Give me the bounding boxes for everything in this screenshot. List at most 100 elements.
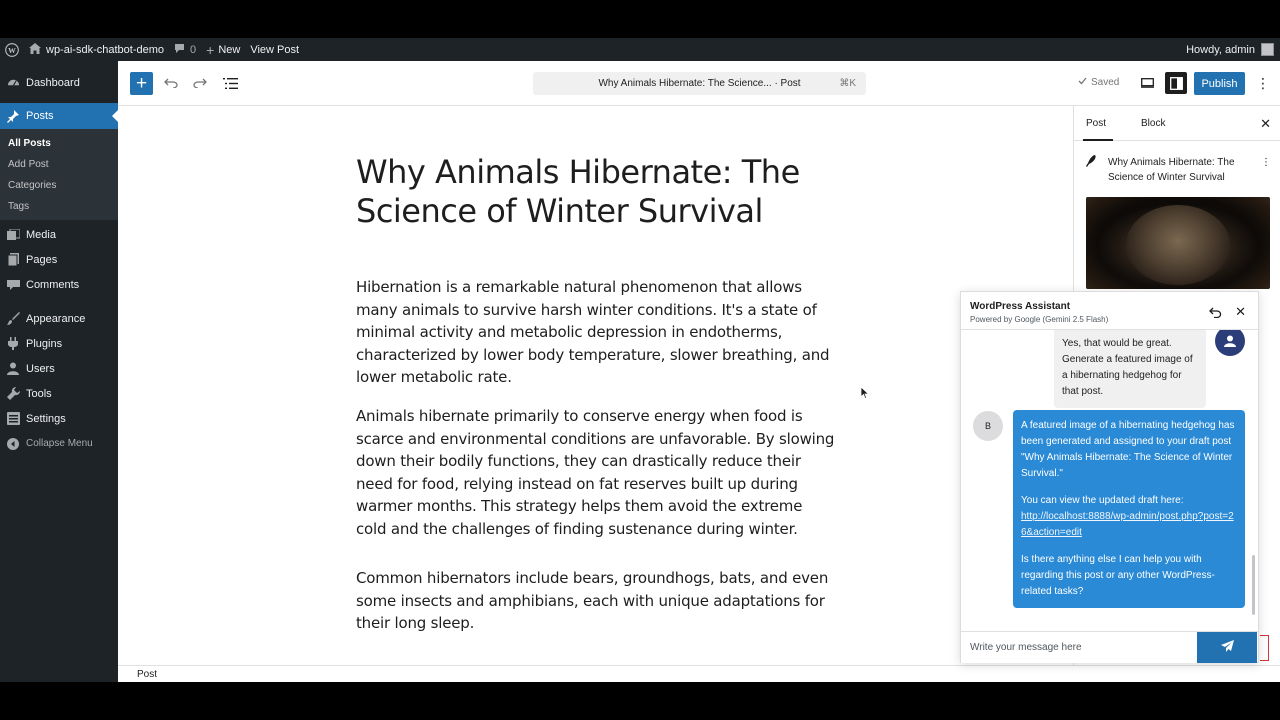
chat-message-input[interactable] <box>961 632 1197 663</box>
comment-bubble-icon <box>174 43 185 57</box>
reset-conversation-icon[interactable] <box>1208 305 1222 319</box>
saved-status: Saved <box>1078 77 1119 88</box>
sidebar-label: Settings <box>26 412 66 425</box>
sidebar-label: Media <box>26 228 56 241</box>
sidebar-label: Posts <box>26 110 54 122</box>
site-name: wp-ai-sdk-chatbot-demo <box>46 43 164 56</box>
user-avatar-icon <box>1215 330 1245 356</box>
site-name-link[interactable]: wp-ai-sdk-chatbot-demo <box>24 38 169 61</box>
redo-icon[interactable] <box>190 73 210 93</box>
posts-submenu: All Posts Add Post Categories Tags <box>0 129 118 220</box>
account-menu[interactable]: Howdy, admin <box>1186 43 1280 56</box>
submenu-tags[interactable]: Tags <box>0 196 118 217</box>
block-inserter-button[interactable]: + <box>130 72 153 95</box>
bot-message: A featured image of a hibernating hedgeh… <box>1013 410 1245 608</box>
collapse-icon <box>6 437 20 451</box>
submenu-categories[interactable]: Categories <box>0 175 118 196</box>
block-breadcrumb[interactable]: Post <box>118 665 1280 682</box>
sidebar-label: Plugins <box>26 337 63 350</box>
submenu-add-post[interactable]: Add Post <box>0 154 118 175</box>
document-title-bar[interactable]: Why Animals Hibernate: The Science... · … <box>533 72 866 95</box>
paragraph-block[interactable]: Common hibernators include bears, ground… <box>356 567 836 635</box>
dashboard-icon <box>6 76 20 90</box>
sidebar-item-dashboard[interactable]: Dashboard <box>0 70 118 95</box>
post-summary: Why Animals Hibernate: The Science of Wi… <box>1086 155 1271 185</box>
undo-icon[interactable] <box>161 73 181 93</box>
active-tab-indicator <box>1083 139 1113 141</box>
pin-icon <box>6 109 20 123</box>
new-content-link[interactable]: + New <box>201 38 245 61</box>
user-message: Yes, that would be great. Generate a fea… <box>1054 330 1206 408</box>
sidebar-item-users[interactable]: Users <box>0 356 118 381</box>
sidebar-item-media[interactable]: Media <box>0 222 118 247</box>
featured-image[interactable] <box>1086 197 1270 289</box>
comments-link[interactable]: 0 <box>169 38 201 61</box>
bot-message-text: You can view the updated draft here: <box>1021 495 1184 506</box>
preview-desktop-icon[interactable] <box>1138 74 1156 92</box>
publish-button[interactable]: Publish <box>1194 72 1245 95</box>
close-icon[interactable]: ✕ <box>1260 116 1271 132</box>
chat-input-row <box>961 631 1258 663</box>
bot-message-text: Is there anything else I can help you wi… <box>1021 554 1215 597</box>
sidebar-item-tools[interactable]: Tools <box>0 381 118 406</box>
view-post-link[interactable]: View Post <box>245 38 304 61</box>
page-icon <box>6 253 20 267</box>
sidebar-label: Tools <box>26 387 52 400</box>
sidebar-label: Collapse Menu <box>26 438 93 449</box>
sidebar-label: Appearance <box>26 312 86 325</box>
sidebar-item-settings[interactable]: Settings <box>0 406 118 431</box>
settings-icon <box>6 412 20 426</box>
tab-post[interactable]: Post <box>1086 118 1106 129</box>
paragraph-block[interactable]: Hibernation is a remarkable natural phen… <box>356 276 836 389</box>
bot-avatar: B <box>973 411 1003 441</box>
submenu-all-posts[interactable]: All Posts <box>0 133 118 154</box>
plus-icon: + <box>206 41 215 58</box>
sidebar-item-pages[interactable]: Pages <box>0 247 118 272</box>
document-overview-icon[interactable] <box>220 73 240 93</box>
sidebar-item-comments[interactable]: Comments <box>0 272 118 297</box>
comments-count: 0 <box>190 43 197 56</box>
tab-block[interactable]: Block <box>1141 118 1165 129</box>
settings-sidebar-toggle-icon[interactable] <box>1165 72 1187 94</box>
checkmark-icon <box>1078 77 1087 88</box>
admin-bar: W wp-ai-sdk-chatbot-demo 0 + New View Po… <box>0 38 1280 61</box>
sidebar-item-plugins[interactable]: Plugins <box>0 331 118 356</box>
options-kebab-icon[interactable]: ⋮ <box>1256 73 1270 93</box>
post-actions-kebab-icon[interactable]: ⋮ <box>1259 155 1271 185</box>
sidebar-item-posts[interactable]: Posts <box>0 103 118 129</box>
admin-sidebar: Dashboard Posts All Posts Add Post Categ… <box>0 61 118 682</box>
sidebar-label: Users <box>26 362 55 375</box>
panel-tabs: Post Block ✕ <box>1074 106 1280 141</box>
post-title[interactable]: Why Animals Hibernate: The Science of Wi… <box>356 153 856 231</box>
media-icon <box>6 228 20 242</box>
breadcrumb-post[interactable]: Post <box>137 669 157 680</box>
home-icon <box>29 42 41 57</box>
send-button[interactable] <box>1197 632 1257 663</box>
sidebar-label: Dashboard <box>26 76 80 89</box>
view-post-label: View Post <box>250 43 300 56</box>
post-edit-link[interactable]: http://localhost:8888/wp-admin/post.php?… <box>1021 511 1234 538</box>
paragraph-block[interactable]: Animals hibernate primarily to conserve … <box>356 405 836 541</box>
assistant-chat-window: WordPress Assistant Powered by Google (G… <box>960 291 1259 663</box>
mouse-pointer-icon <box>860 386 870 404</box>
screen: W wp-ai-sdk-chatbot-demo 0 + New View Po… <box>0 38 1280 682</box>
chat-messages: Yes, that would be great. Generate a fea… <box>961 330 1258 622</box>
editor-header: + Why Animals Hibernate: The Science... … <box>118 61 1280 106</box>
chat-scrollbar[interactable] <box>1252 555 1255 615</box>
howdy-text: Howdy, admin <box>1186 43 1255 56</box>
wordpress-logo-icon[interactable]: W <box>0 38 24 61</box>
sidebar-item-appearance[interactable]: Appearance <box>0 306 118 331</box>
comment-icon <box>6 278 20 292</box>
sidebar-label: Pages <box>26 253 58 266</box>
send-icon <box>1220 639 1234 657</box>
saved-label: Saved <box>1091 77 1120 88</box>
collapse-menu-button[interactable]: Collapse Menu <box>0 431 118 456</box>
close-chat-icon[interactable]: ✕ <box>1235 304 1246 320</box>
command-shortcut: ⌘K <box>839 78 856 89</box>
users-icon <box>6 362 20 376</box>
new-label: New <box>218 43 241 56</box>
post-summary-title: Why Animals Hibernate: The Science of Wi… <box>1108 157 1235 183</box>
brush-icon <box>6 312 20 326</box>
document-title-text: Why Animals Hibernate: The Science... · … <box>598 78 801 89</box>
bot-message-text: A featured image of a hibernating hedgeh… <box>1021 420 1235 479</box>
